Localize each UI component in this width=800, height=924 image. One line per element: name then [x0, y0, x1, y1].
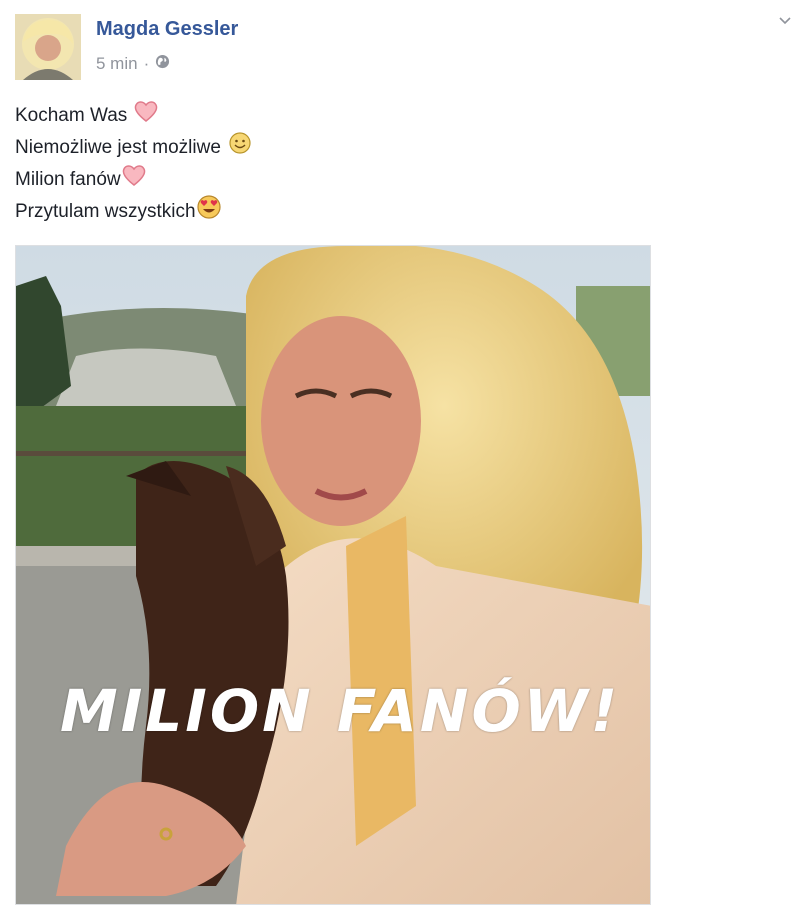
message-line: Milion fanów — [15, 164, 251, 196]
meta-separator: · — [143, 54, 150, 73]
message-line: Niemożliwe jest możliwe — [15, 131, 251, 165]
globe-icon[interactable] — [155, 54, 170, 74]
message-line-text: Niemożliwe jest możliwe — [15, 137, 221, 158]
post-message: Kocham Was Niemożliwe jest możliwe Milio… — [15, 100, 251, 228]
author-name[interactable]: Magda Gessler — [96, 18, 238, 41]
message-line-text: Przytulam wszystkich — [15, 201, 196, 222]
post-photo[interactable]: MILION FANÓW! — [15, 245, 651, 905]
smile-emoji-icon — [229, 131, 251, 165]
message-line-text: Milion fanów — [15, 169, 121, 190]
message-line-text: Kocham Was — [15, 105, 128, 126]
heart-emoji-icon — [133, 99, 159, 134]
heart-eyes-emoji-icon — [196, 194, 222, 231]
heart-emoji-icon — [121, 163, 147, 198]
post-timestamp[interactable]: 5 min — [96, 54, 138, 74]
photo-caption-text: MILION FANÓW! — [60, 677, 621, 745]
message-line: Przytulam wszystkich — [15, 194, 251, 231]
chevron-down-icon[interactable] — [778, 14, 792, 28]
post-meta: 5 min · — [96, 54, 170, 74]
message-line: Kocham Was — [15, 100, 251, 132]
avatar[interactable] — [15, 14, 81, 80]
